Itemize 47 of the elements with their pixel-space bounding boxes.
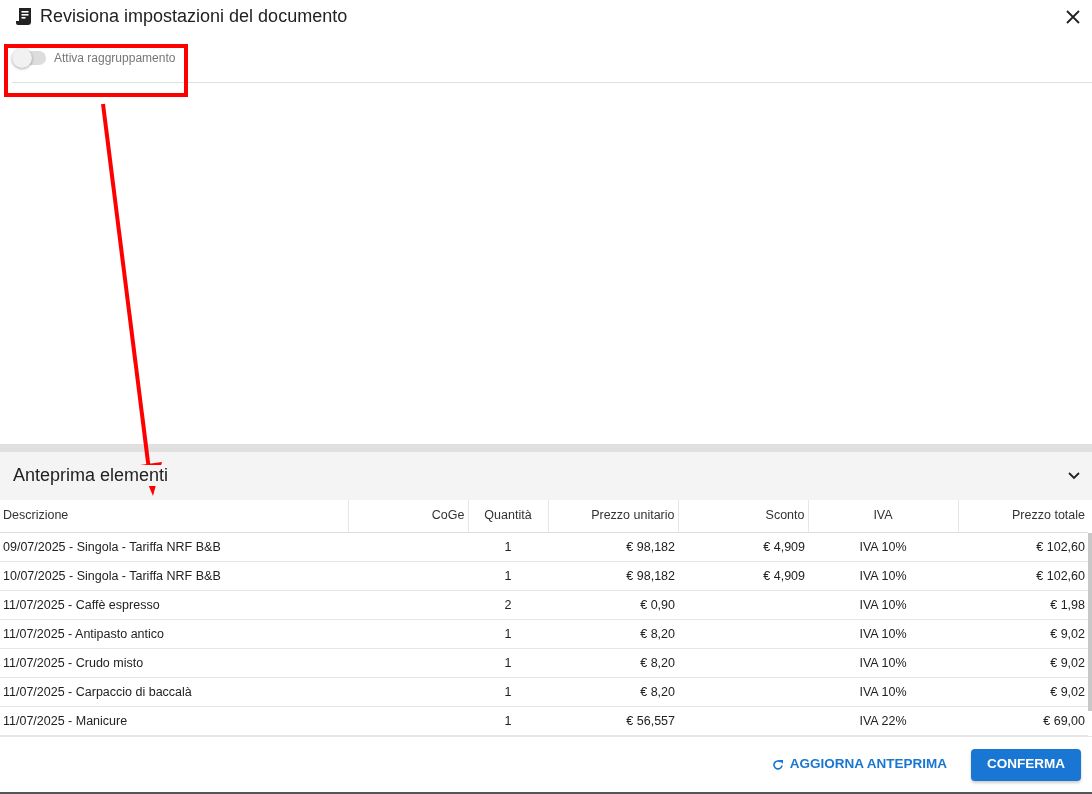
table-cell: € 98,182 — [548, 532, 678, 562]
table-cell: 1 — [468, 532, 548, 562]
column-header: Prezzo unitario — [548, 499, 678, 533]
table-cell: 1 — [468, 619, 548, 649]
table-cell: IVA 10% — [808, 561, 958, 591]
table-cell: € 56,557 — [548, 706, 678, 736]
refresh-button[interactable]: AGGIORNA ANTEPRIMA — [771, 750, 947, 779]
column-header: Sconto — [678, 499, 808, 533]
table-cell: € 69,00 — [958, 706, 1088, 736]
column-header: Prezzo totale — [958, 499, 1088, 533]
table-cell: 09/07/2025 - Singola - Tariffa NRF B&B — [0, 532, 348, 562]
table-cell: IVA 10% — [808, 619, 958, 649]
table-cell: IVA 10% — [808, 532, 958, 562]
column-header: IVA — [808, 499, 958, 533]
column-header: Quantità — [468, 499, 548, 533]
table-cell: € 8,20 — [548, 677, 678, 707]
table-cell: 2 — [468, 590, 548, 620]
confirm-button[interactable]: CONFERMA — [971, 748, 1081, 781]
scrollbar[interactable] — [1088, 532, 1092, 711]
table-cell: 1 — [468, 648, 548, 678]
table-cell: 11/07/2025 - Crudo misto — [0, 648, 348, 678]
table-cell: 1 — [468, 706, 548, 736]
toggle-label: Attiva raggruppamento — [54, 50, 176, 67]
table-cell: 11/07/2025 - Manicure — [0, 706, 348, 736]
table-cell: € 0,90 — [548, 590, 678, 620]
refresh-icon[interactable] — [771, 758, 784, 771]
table-cell: 10/07/2025 - Singola - Tariffa NRF B&B — [0, 561, 348, 591]
table-cell: IVA 10% — [808, 677, 958, 707]
table-cell: 11/07/2025 - Caffè espresso — [0, 590, 348, 620]
table-cell: € 98,182 — [548, 561, 678, 591]
column-header: CoGe — [348, 499, 468, 533]
table-cell: IVA 10% — [808, 590, 958, 620]
table-cell: € 4,909 — [678, 561, 808, 591]
toggle-switch[interactable] — [12, 51, 46, 65]
table-cell: € 8,20 — [548, 619, 678, 649]
table-cell: € 8,20 — [548, 648, 678, 678]
table-cell: € 4,909 — [678, 532, 808, 562]
section-title: Anteprima elementi — [13, 464, 169, 487]
table-cell: 1 — [468, 677, 548, 707]
table-cell: IVA 10% — [808, 648, 958, 678]
table-cell: 11/07/2025 - Carpaccio di baccalà — [0, 677, 348, 707]
table-cell: 11/07/2025 - Antipasto antico — [0, 619, 348, 649]
column-header: Descrizione — [0, 499, 348, 533]
dialog-title: Revisiona impostazioni del documento — [40, 6, 348, 28]
document-icon — [16, 8, 32, 26]
table-cell: 1 — [468, 561, 548, 591]
table-cell: IVA 22% — [808, 706, 958, 736]
